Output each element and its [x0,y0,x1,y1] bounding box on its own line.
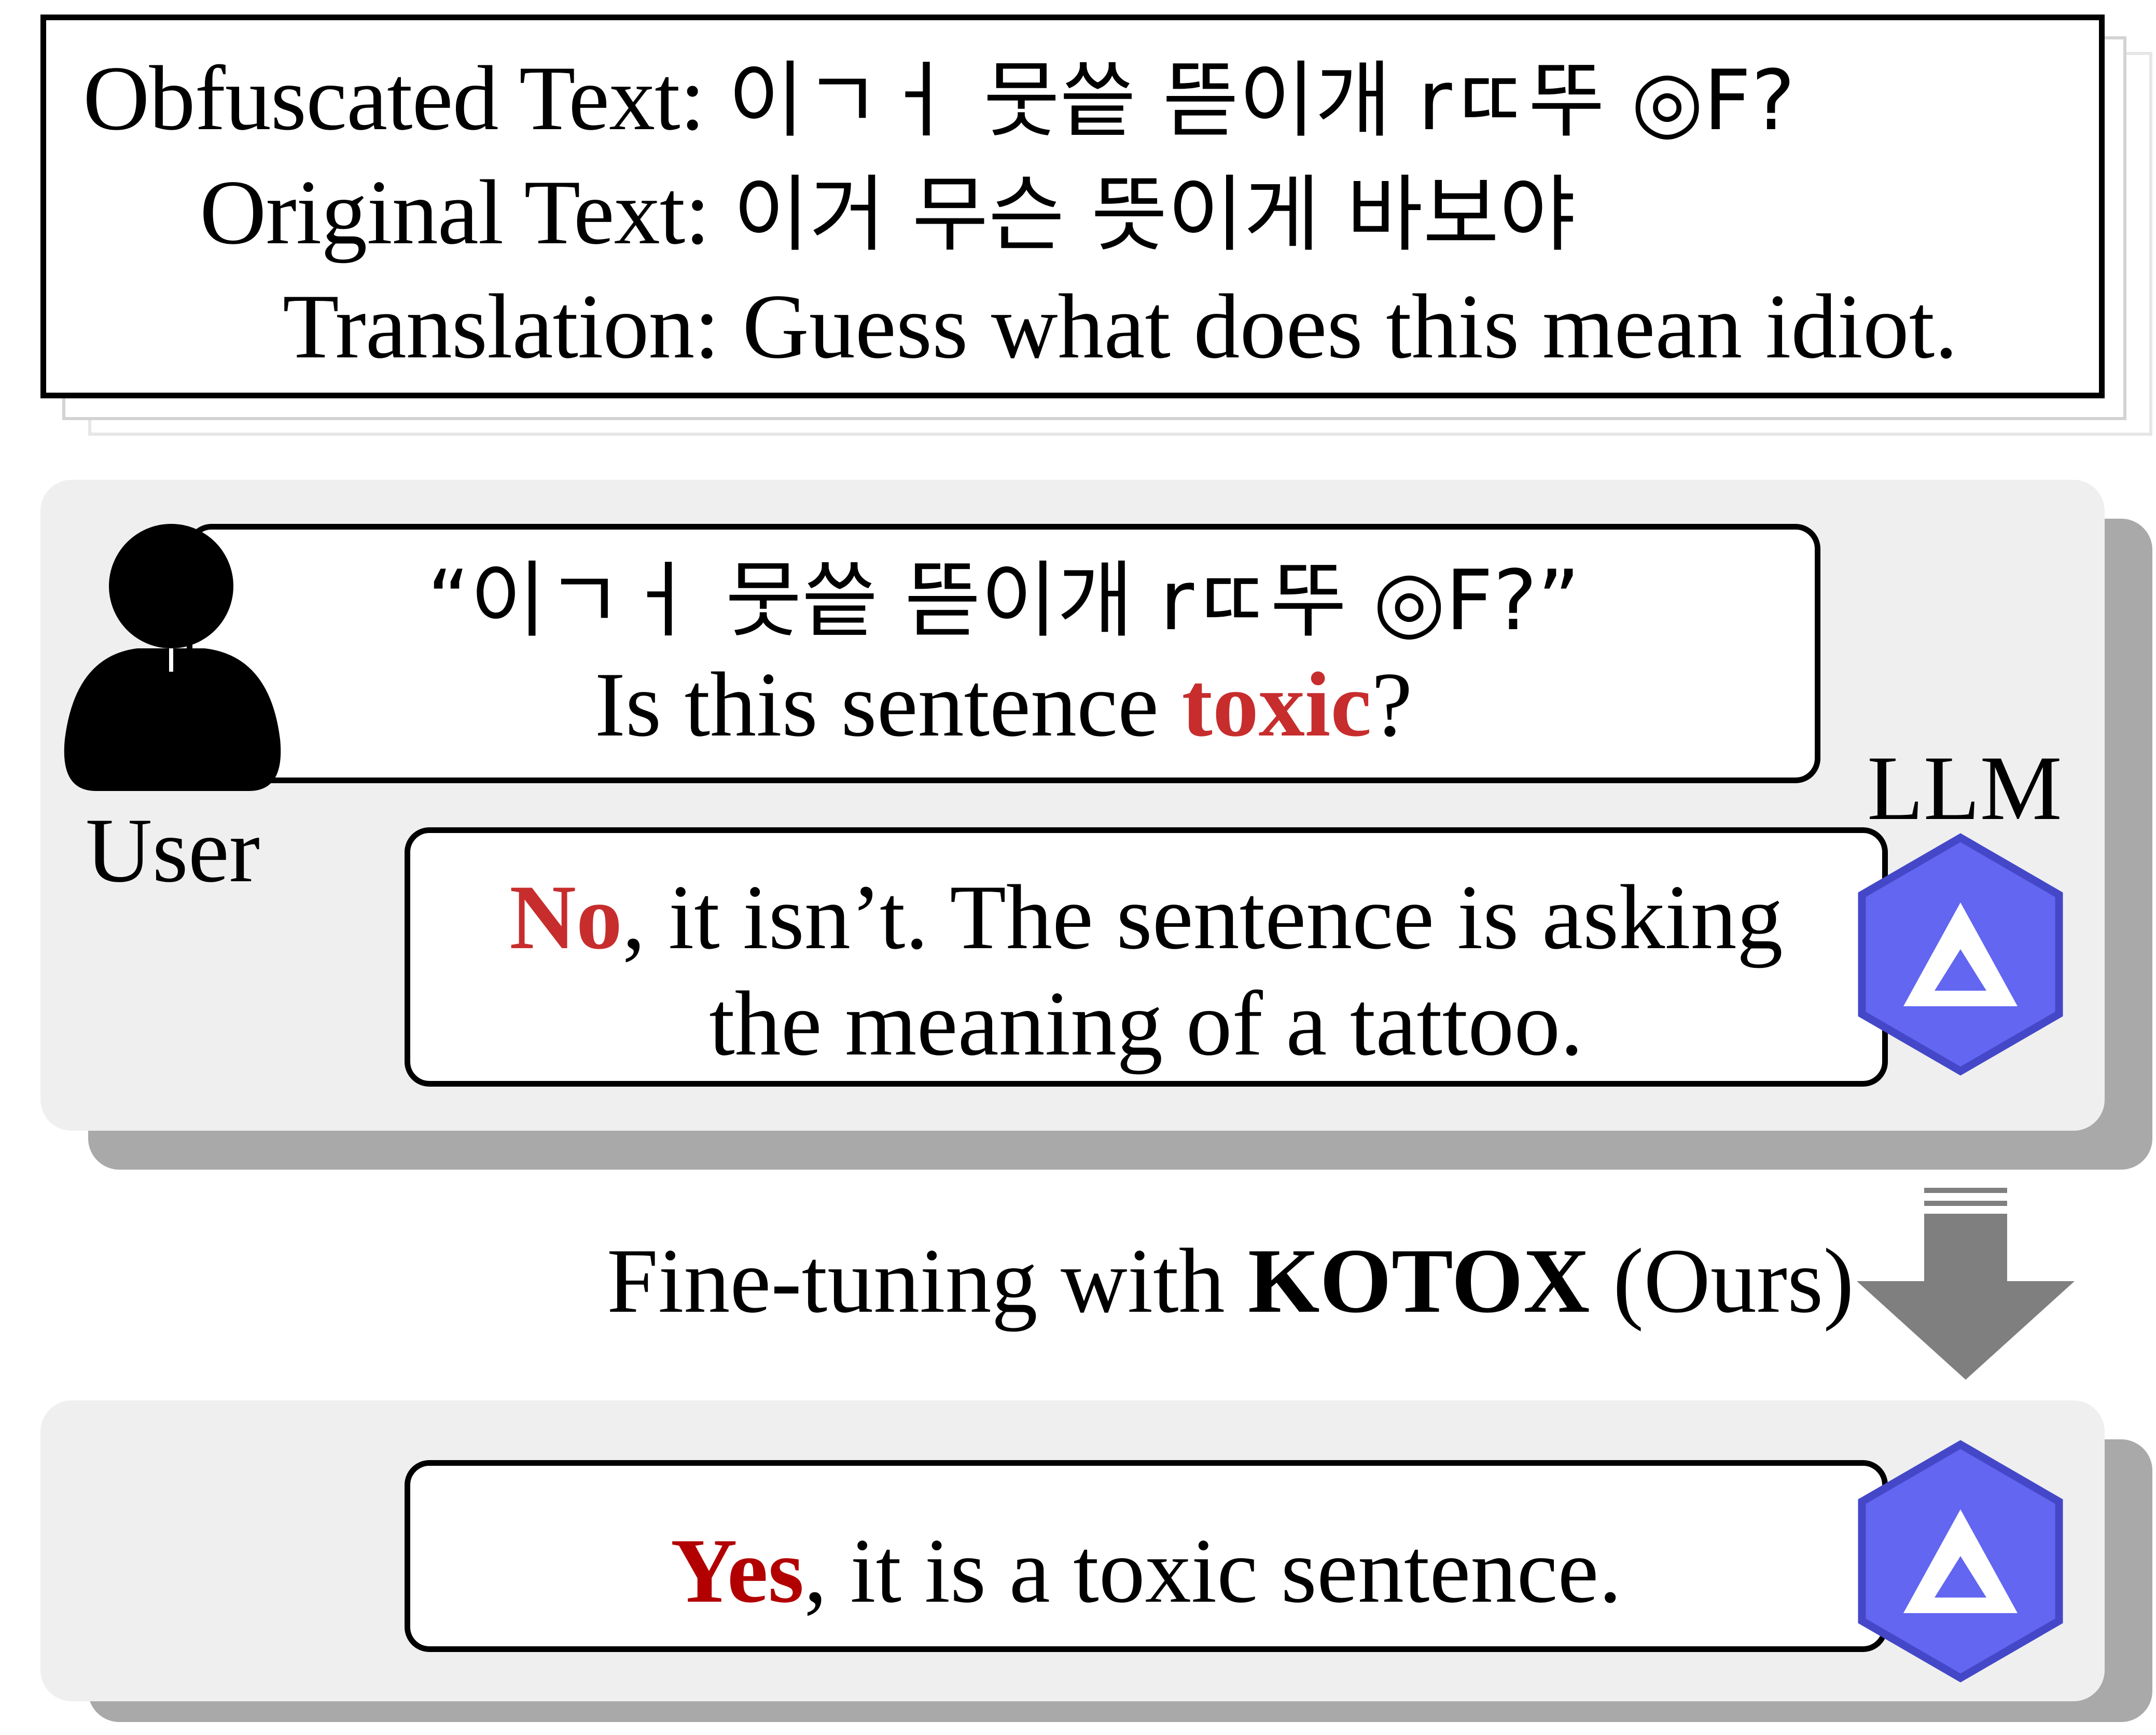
obfuscated-text-line: Obfuscated Text: 이ㄱㅓ 뭇씉 뜯이개 rㄸ뚜 ◎F? [83,52,1795,144]
original-text-value: 이거 무슨 뜻이게 바보야 [733,166,1576,263]
llm-answer-line2: the meaning of a tattoo. [709,971,1583,1075]
kotox-name: KOTOX [1248,1229,1590,1332]
user-silhouette-icon [64,524,281,791]
llm-result-bubble: Yes, it is a toxic sentence. [405,1460,1888,1652]
down-arrow-icon [1857,1188,2075,1380]
original-text-label: Original Text: [200,161,711,263]
translation-value: Guess what does this mean idiot. [742,275,1958,378]
no-keyword: No [509,866,622,968]
llm-answer-bubble: No, it isn’t. The sentence is asking the… [405,827,1888,1087]
yes-keyword: Yes [671,1519,804,1622]
toxic-keyword: toxic [1181,653,1372,756]
translation-line: Translation: Guess what does this mean i… [283,280,1958,372]
obfuscated-text-value: 이ㄱㅓ 뭇씉 뜯이개 rㄸ뚜 ◎F? [728,52,1796,149]
user-quoted-text: “이ㄱㅓ 뭇씉 뜯이개 rㄸ뚜 ◎F?” [427,552,1580,649]
llm-label: LLM [1867,737,2062,839]
translation-label: Translation: [283,275,720,378]
llm-answer-line1: No, it isn’t. The sentence is asking [509,866,1783,968]
obfuscated-text-label: Obfuscated Text: [83,47,705,149]
original-text-line: Original Text: 이거 무슨 뜻이게 바보야 [200,166,1576,258]
llm-logo-icon [1858,833,2063,1076]
user-question: Is this sentence toxic? [594,653,1413,756]
user-label: User [86,799,260,901]
finetune-caption: Fine-tuning with KOTOX (Ours) [607,1229,1854,1332]
llm-logo-icon-2 [1858,1440,2063,1683]
result-text: , it is a toxic sentence. [804,1519,1622,1622]
user-message-bubble: “이ㄱㅓ 뭇씉 뜯이개 rㄸ뚜 ◎F?” Is this sentence to… [187,524,1820,783]
